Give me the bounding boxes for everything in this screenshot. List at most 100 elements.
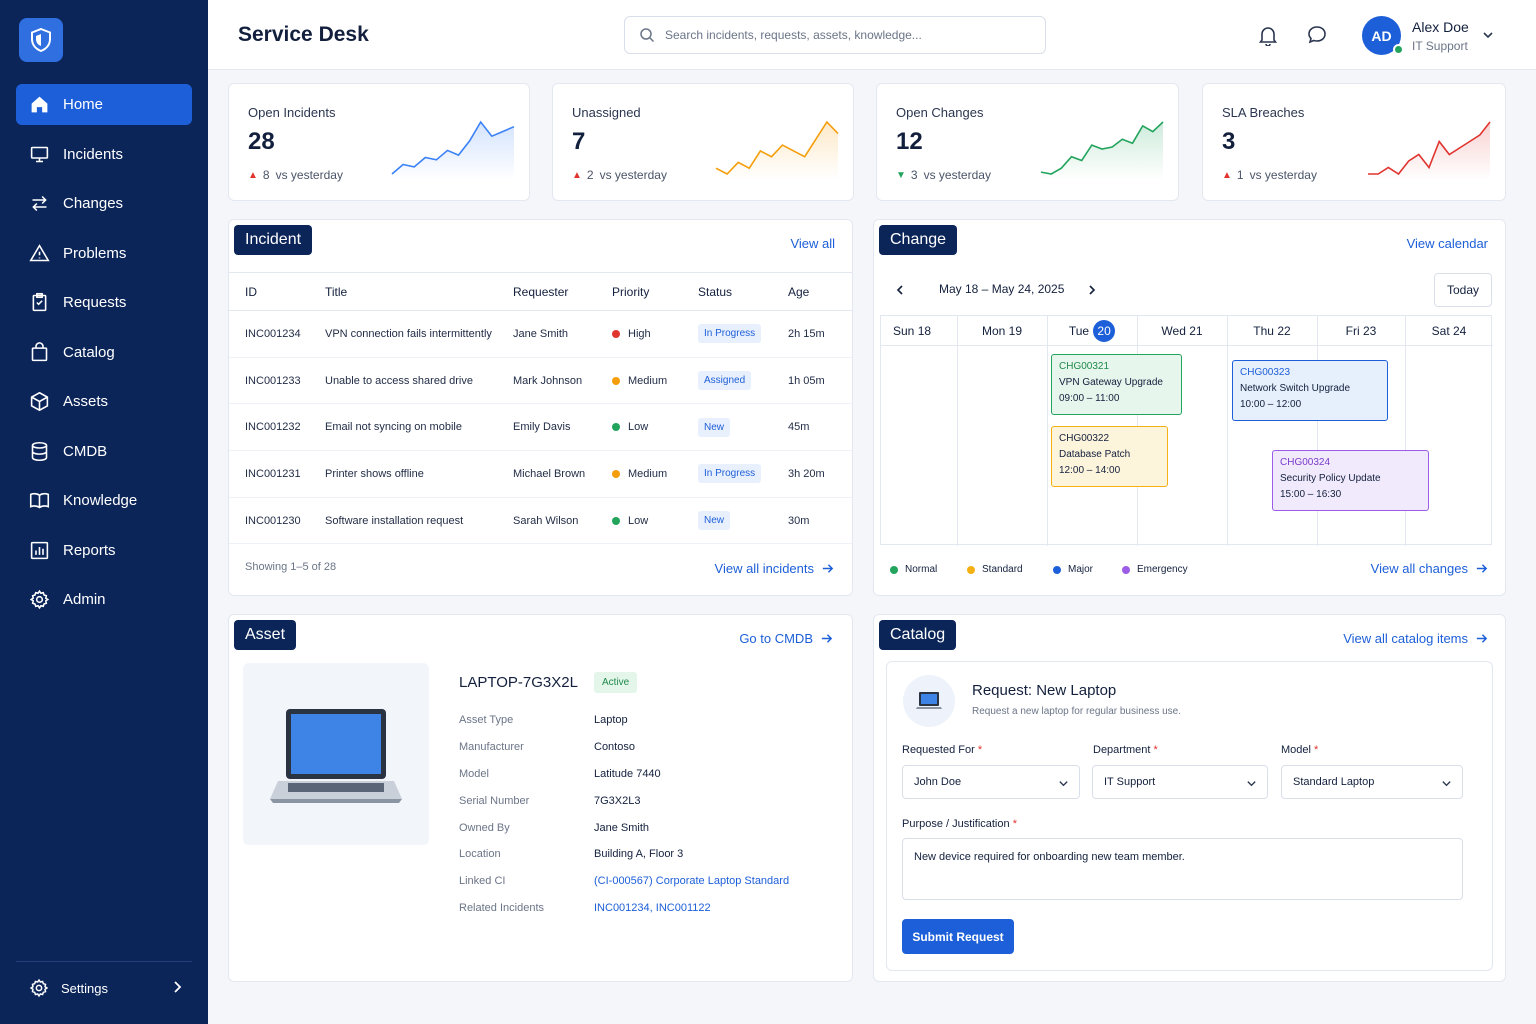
column-header-id[interactable]: ID (229, 272, 325, 311)
incident-id[interactable]: INC001230 (229, 497, 325, 545)
change-event-id: CHG00324 (1280, 457, 1331, 468)
table-row[interactable]: INC001232 Email not syncing on mobile Em… (229, 403, 852, 452)
legend-dot (890, 565, 898, 574)
change-tag: Change (879, 225, 958, 255)
sidebar-item-requests[interactable]: Requests (16, 282, 192, 323)
model-select[interactable]: Standard Laptop (1281, 765, 1463, 799)
asset-property-value: 7G3X2L3 (594, 794, 641, 807)
day-number: 18 (917, 323, 932, 338)
chevron-down-icon[interactable] (1482, 29, 1494, 41)
sidebar-item-admin[interactable]: Admin (16, 579, 192, 620)
column-header-title[interactable]: Title (325, 272, 513, 311)
calendar-day-header[interactable]: Mon 19 (957, 316, 1047, 346)
trend-arrow-icon: ▲ (248, 169, 258, 181)
sidebar-item-knowledge[interactable]: Knowledge (16, 480, 192, 521)
table-row[interactable]: INC001233 Unable to access shared drive … (229, 357, 852, 405)
chevron-left-icon[interactable] (894, 284, 906, 296)
calendar-day-header[interactable]: Fri 23 (1317, 316, 1405, 346)
asset-property-row: Related Incidents INC001234, INC001122 (459, 895, 789, 922)
sidebar-settings[interactable]: Settings (16, 973, 192, 1003)
sidebar-item-problems[interactable]: Problems (16, 233, 192, 274)
legend-item: Standard (967, 564, 1023, 575)
chevron-right-icon[interactable] (1086, 284, 1098, 296)
search-input[interactable] (665, 28, 1025, 42)
column-header-status[interactable]: Status (698, 272, 788, 311)
clipboard-icon (32, 292, 47, 312)
sidebar-item-label: Admin (63, 591, 106, 608)
arrow-right-icon (822, 564, 834, 573)
asset-property-value[interactable]: (CI-000567) Corporate Laptop Standard (594, 875, 789, 887)
change-event[interactable]: CHG00321 VPN Gateway Upgrade 09:00 – 11:00 (1051, 354, 1182, 415)
view-all-catalog-items-link[interactable]: View all catalog items (1343, 631, 1488, 646)
kpi-card-sla-breaches[interactable]: SLA Breaches 3 ▲ 1 vs yesterday (1202, 83, 1506, 201)
submit-request-button[interactable]: Submit Request (902, 919, 1014, 954)
change-event[interactable]: CHG00324 Security Policy Update 15:00 – 16… (1272, 450, 1429, 511)
kpi-delta-suffix: vs yesterday (275, 168, 343, 182)
asset-property-row: Owned By Jane Smith (459, 814, 789, 841)
calendar-day-header[interactable]: Sun 18 (881, 316, 957, 346)
bell-icon[interactable] (1257, 24, 1279, 46)
table-row[interactable]: INC001230 Software installation request … (229, 497, 852, 545)
go-to-cmdb-link[interactable]: Go to CMDB (739, 631, 833, 646)
incident-requester: Michael Brown (513, 450, 612, 498)
incident-age: 3h 20m (788, 450, 852, 498)
calendar-day-header[interactable]: Thu 22 (1227, 316, 1317, 346)
incident-title[interactable]: Software installation request (325, 497, 513, 545)
incident-id[interactable]: INC001233 (229, 357, 325, 405)
calendar-day-header[interactable]: Sat 24 (1405, 316, 1493, 346)
search-box[interactable] (624, 16, 1046, 54)
kpi-card-open-incidents[interactable]: Open Incidents 28 ▲ 8 vs yesterday (228, 83, 530, 201)
incident-title[interactable]: Unable to access shared drive (325, 357, 513, 405)
go-to-cmdb-label: Go to CMDB (739, 631, 813, 646)
sidebar-item-label: Reports (63, 541, 116, 559)
asset-property-key: Manufacturer (459, 741, 524, 754)
incident-title[interactable]: Printer shows offline (325, 450, 513, 498)
incident-status: New (698, 403, 788, 452)
incident-id[interactable]: INC001231 (229, 450, 325, 498)
sidebar-item-assets[interactable]: Assets (16, 381, 192, 422)
sidebar-item-incidents[interactable]: Incidents (16, 134, 192, 175)
purpose-textarea[interactable]: New device required for onboarding new t… (902, 838, 1463, 900)
column-header-age[interactable]: Age (788, 272, 852, 311)
incident-table: ID Title Requester Priority Status Age I… (229, 272, 852, 545)
sidebar-item-home[interactable]: Home (16, 84, 192, 125)
change-event[interactable]: CHG00322 Database Patch 12:00 – 14:00 (1051, 426, 1168, 487)
sidebar-item-changes[interactable]: Changes (16, 183, 192, 224)
column-header-priority[interactable]: Priority (612, 272, 698, 311)
incident-id[interactable]: INC001234 (229, 310, 325, 358)
table-row[interactable]: INC001234 VPN connection fails intermitt… (229, 310, 852, 358)
view-calendar-link[interactable]: View calendar (1407, 236, 1488, 251)
incident-title[interactable]: VPN connection fails intermittently (325, 310, 513, 358)
change-event-title: Network Switch Upgrade (1240, 383, 1351, 394)
table-row[interactable]: INC001231 Printer shows offline Michael … (229, 450, 852, 498)
kpi-card-open-changes[interactable]: Open Changes 12 ▼ 3 vs yesterday (876, 83, 1179, 201)
requested-for-select[interactable]: John Doe (902, 765, 1080, 799)
priority-dot (612, 516, 620, 525)
kpi-card-unassigned[interactable]: Unassigned 7 ▲ 2 vs yesterday (552, 83, 854, 201)
incident-priority: Low (612, 497, 698, 545)
chevron-down-icon (1247, 781, 1256, 787)
purpose-label: Purpose / Justification * (902, 818, 1017, 830)
chat-bubble-icon[interactable] (1306, 24, 1328, 46)
sidebar-item-reports[interactable]: Reports (16, 530, 192, 571)
asset-property-key: Related Incidents (459, 901, 544, 914)
sidebar-item-label: Assets (63, 393, 109, 410)
asset-property-value[interactable]: INC001234, INC001122 (594, 902, 711, 914)
sidebar-item-cmdb[interactable]: CMDB (16, 431, 192, 472)
incident-view-all-link[interactable]: View all (790, 236, 835, 251)
incident-id[interactable]: INC001232 (229, 403, 325, 452)
incident-title[interactable]: Email not syncing on mobile (325, 403, 513, 452)
user-name[interactable]: Alex Doe (1412, 19, 1469, 35)
kpi-delta: 3 (910, 168, 918, 182)
column-header-requester[interactable]: Requester (513, 272, 612, 311)
view-all-changes-link[interactable]: View all changes (1371, 561, 1488, 576)
sidebar-item-catalog[interactable]: Catalog (16, 332, 192, 373)
calendar-day-header[interactable]: Tue 20 (1047, 316, 1137, 346)
change-event[interactable]: CHG00323 Network Switch Upgrade 10:00 – 12… (1232, 360, 1388, 421)
today-button[interactable]: Today (1434, 273, 1492, 307)
view-all-incidents-link[interactable]: View all incidents (715, 561, 834, 576)
calendar-day-header[interactable]: Wed 21 (1137, 316, 1227, 346)
app-logo[interactable] (19, 18, 63, 62)
sparkline-chart (1368, 121, 1491, 180)
department-select[interactable]: IT Support (1092, 765, 1268, 799)
